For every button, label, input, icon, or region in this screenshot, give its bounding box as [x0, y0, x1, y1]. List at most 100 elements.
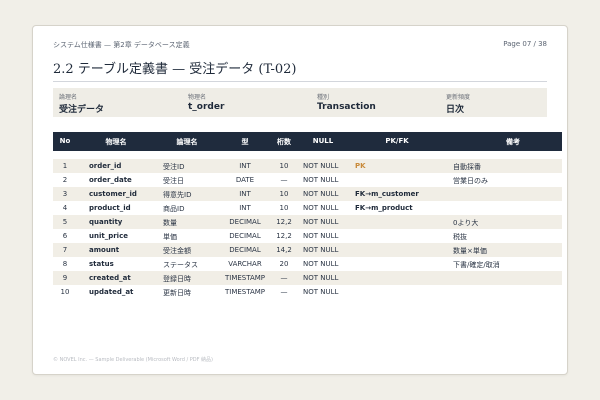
- cell-type: VARCHAR: [228, 260, 262, 268]
- header-length: 桁数: [277, 138, 291, 146]
- table-row: 7 amount 受注金額 DECIMAL 14,2 NOT NULL 数量×単…: [53, 243, 562, 257]
- meta-logical-name: 論理名 受注データ: [59, 92, 104, 115]
- cell-type: DECIMAL: [229, 246, 261, 254]
- cell-note: 数量×単価: [453, 247, 487, 255]
- cell-type: INT: [239, 204, 251, 212]
- cell-key: FK→m_customer: [355, 190, 419, 198]
- cell-no: 2: [62, 176, 68, 184]
- cell-null: NOT NULL: [303, 232, 339, 240]
- table-header-row: No 物理名 論理名 型 桁数 NULL PK/FK 備考: [53, 132, 562, 151]
- meta-label: 更新頻度: [446, 94, 471, 101]
- cell-physical-name: created_at: [89, 274, 131, 282]
- table-row: 5 quantity 数量 DECIMAL 12,2 NOT NULL 0より大: [53, 215, 562, 229]
- cell-null: NOT NULL: [303, 260, 339, 268]
- cell-note: 下書/確定/取消: [453, 261, 500, 269]
- cell-length: 14,2: [276, 246, 292, 254]
- meta-value: t_order: [188, 102, 225, 112]
- cell-type: INT: [239, 162, 251, 170]
- cell-key: FK→m_product: [355, 204, 413, 212]
- cell-note: 0より大: [453, 219, 479, 227]
- cell-physical-name: customer_id: [89, 190, 137, 198]
- cell-no: 4: [62, 204, 68, 212]
- cell-logical-name: 得意先ID: [163, 191, 192, 199]
- cell-null: NOT NULL: [303, 274, 339, 282]
- header-type: 型: [241, 138, 249, 146]
- cell-length: —: [280, 176, 288, 184]
- cell-physical-name: unit_price: [89, 232, 128, 240]
- meta-label: 種別: [317, 94, 330, 101]
- cell-no: 1: [62, 162, 68, 170]
- table-row: 10 updated_at 更新日時 TIMESTAMP — NOT NULL: [53, 285, 562, 299]
- cell-type: TIMESTAMP: [224, 274, 266, 282]
- cell-no: 7: [62, 246, 68, 254]
- cell-no: 9: [62, 274, 68, 282]
- table-row: 4 product_id 商品ID INT 10 NOT NULL FK→m_p…: [53, 201, 562, 215]
- cell-no: 6: [62, 232, 68, 240]
- cell-null: NOT NULL: [303, 218, 339, 226]
- title-divider: [53, 81, 547, 82]
- page-header: システム仕様書 — 第2章 データベース定義 Page 07 / 38: [53, 40, 547, 52]
- cell-length: —: [280, 274, 288, 282]
- header-note: 備考: [506, 138, 520, 146]
- cell-length: 10: [279, 204, 289, 212]
- table-meta-box: 論理名 受注データ 物理名 t_order 種別 Transaction 更新頻…: [53, 88, 547, 117]
- cell-logical-name: 数量: [163, 219, 177, 227]
- cell-no: 10: [60, 288, 70, 296]
- cell-logical-name: 単価: [163, 233, 177, 241]
- header-logical-name: 論理名: [176, 138, 198, 146]
- meta-label: 物理名: [188, 94, 207, 101]
- table-row: 2 order_date 受注日 DATE — NOT NULL 営業日のみ: [53, 173, 562, 187]
- cell-physical-name: order_date: [89, 176, 132, 184]
- cell-physical-name: quantity: [89, 218, 123, 226]
- cell-no: 8: [62, 260, 68, 268]
- table-row: 9 created_at 登録日時 TIMESTAMP — NOT NULL: [53, 271, 562, 285]
- cell-physical-name: order_id: [89, 162, 122, 170]
- cell-note: 自動採番: [453, 163, 481, 171]
- cell-logical-name: ステータス: [163, 261, 198, 269]
- cell-logical-name: 受注金額: [163, 247, 191, 255]
- cell-physical-name: amount: [89, 246, 120, 254]
- cell-length: 10: [279, 190, 289, 198]
- cell-note: 税抜: [453, 233, 467, 241]
- cell-type: DECIMAL: [229, 218, 261, 226]
- cell-type: DATE: [235, 176, 255, 184]
- header-physical-name: 物理名: [105, 138, 127, 146]
- cell-key: PK: [355, 162, 366, 170]
- meta-value: 受注データ: [59, 105, 105, 115]
- cell-logical-name: 登録日時: [163, 275, 191, 283]
- meta-kind: 種別 Transaction: [317, 92, 376, 112]
- page-footer: © NOVEL Inc. — Sample Deliverable (Micro…: [53, 357, 214, 363]
- table-row: 8 status ステータス VARCHAR 20 NOT NULL 下書/確定…: [53, 257, 562, 271]
- cell-no: 5: [62, 218, 68, 226]
- cell-physical-name: product_id: [89, 204, 131, 212]
- document-title: システム仕様書 — 第2章 データベース定義: [53, 41, 190, 49]
- document-page: システム仕様書 — 第2章 データベース定義 Page 07 / 38 2.2 …: [32, 25, 568, 375]
- header-null: NULL: [312, 137, 334, 145]
- cell-type: DECIMAL: [229, 232, 261, 240]
- page-number: Page 07 / 38: [503, 40, 547, 48]
- section-title: 2.2 テーブル定義書 — 受注データ (T-02): [53, 62, 297, 77]
- cell-length: —: [280, 288, 288, 296]
- header-no: No: [59, 137, 71, 145]
- cell-no: 3: [62, 190, 68, 198]
- meta-physical-name: 物理名 t_order: [188, 92, 224, 112]
- cell-type: TIMESTAMP: [224, 288, 266, 296]
- cell-null: NOT NULL: [303, 162, 339, 170]
- meta-value: Transaction: [317, 102, 376, 112]
- cell-null: NOT NULL: [303, 176, 339, 184]
- meta-label: 論理名: [59, 94, 78, 101]
- header-key: PK/FK: [385, 137, 409, 145]
- meta-value: 日次: [446, 105, 465, 115]
- cell-null: NOT NULL: [303, 246, 339, 254]
- cell-null: NOT NULL: [303, 190, 339, 198]
- cell-null: NOT NULL: [303, 204, 339, 212]
- table-row: 6 unit_price 単価 DECIMAL 12,2 NOT NULL 税抜: [53, 229, 562, 243]
- cell-length: 12,2: [276, 232, 292, 240]
- table-row: 3 customer_id 得意先ID INT 10 NOT NULL FK→m…: [53, 187, 562, 201]
- cell-type: INT: [239, 190, 251, 198]
- cell-length: 20: [279, 260, 289, 268]
- cell-length: 12,2: [276, 218, 292, 226]
- cell-physical-name: status: [89, 260, 114, 268]
- cell-physical-name: updated_at: [89, 288, 134, 296]
- table-row: 1 order_id 受注ID INT 10 NOT NULL PK 自動採番: [53, 159, 562, 173]
